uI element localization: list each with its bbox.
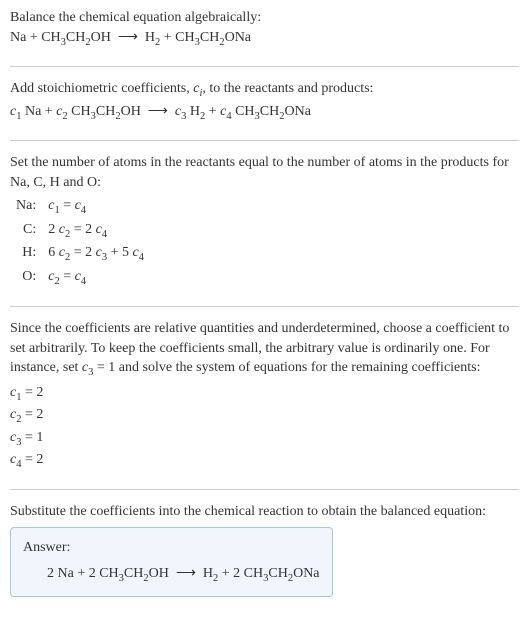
balance-equation: 6 c2 = 2 c3 + 5 c4 bbox=[42, 243, 150, 266]
atom-balance-table: Na: c1 = c4 C: 2 c2 = 2 c4 H: 6 c2 = 2 c… bbox=[10, 196, 150, 290]
section-atom-balance: Set the number of atoms in the reactants… bbox=[10, 153, 519, 290]
element-label: C: bbox=[10, 220, 42, 243]
section-problem: Balance the chemical equation algebraica… bbox=[10, 8, 519, 50]
variable-set: c3 = 1 bbox=[82, 360, 115, 375]
divider bbox=[10, 489, 519, 490]
problem-title: Balance the chemical equation algebraica… bbox=[10, 8, 519, 28]
balance-equation: 2 c2 = 2 c4 bbox=[42, 220, 150, 243]
element-label: H: bbox=[10, 243, 42, 266]
text: Add stoichiometric coefficients, bbox=[10, 81, 193, 96]
element-label: O: bbox=[10, 267, 42, 290]
coeff-line: c2 = 2 bbox=[10, 405, 519, 427]
divider bbox=[10, 66, 519, 67]
coeff-line: c4 = 2 bbox=[10, 450, 519, 472]
coeff-line: c1 = 2 bbox=[10, 383, 519, 405]
answer-box: Answer: 2 Na + 2 CH3CH2OH ⟶ H2 + 2 CH3CH… bbox=[10, 527, 333, 597]
divider bbox=[10, 306, 519, 307]
element-label: Na: bbox=[10, 196, 42, 219]
problem-equation: Na + CH3CH2OH ⟶ H2 + CH3CH2ONa bbox=[10, 28, 519, 50]
answer-label: Answer: bbox=[23, 538, 320, 558]
section-substitute: Substitute the coefficients into the che… bbox=[10, 502, 519, 598]
balance-equation: c2 = c4 bbox=[42, 267, 150, 290]
text: , to the reactants and products: bbox=[202, 81, 373, 96]
table-row: Na: c1 = c4 bbox=[10, 196, 150, 219]
coefficient-solutions: c1 = 2 c2 = 2 c3 = 1 c4 = 2 bbox=[10, 383, 519, 473]
section-coefficients: Add stoichiometric coefficients, ci, to … bbox=[10, 79, 519, 124]
section-solve: Since the coefficients are relative quan… bbox=[10, 319, 519, 473]
coeff-line: c3 = 1 bbox=[10, 428, 519, 450]
substitute-title: Substitute the coefficients into the che… bbox=[10, 502, 519, 522]
table-row: C: 2 c2 = 2 c4 bbox=[10, 220, 150, 243]
answer-equation: 2 Na + 2 CH3CH2OH ⟶ H2 + 2 CH3CH2ONa bbox=[23, 564, 320, 586]
table-row: O: c2 = c4 bbox=[10, 267, 150, 290]
coefficients-title: Add stoichiometric coefficients, ci, to … bbox=[10, 79, 519, 101]
divider bbox=[10, 140, 519, 141]
table-row: H: 6 c2 = 2 c3 + 5 c4 bbox=[10, 243, 150, 266]
atom-balance-title: Set the number of atoms in the reactants… bbox=[10, 153, 519, 192]
coefficients-equation: c1 Na + c2 CH3CH2OH ⟶ c3 H2 + c4 CH3CH2O… bbox=[10, 102, 519, 124]
balance-equation: c1 = c4 bbox=[42, 196, 150, 219]
solve-title: Since the coefficients are relative quan… bbox=[10, 319, 519, 381]
text: and solve the system of equations for th… bbox=[115, 360, 480, 375]
